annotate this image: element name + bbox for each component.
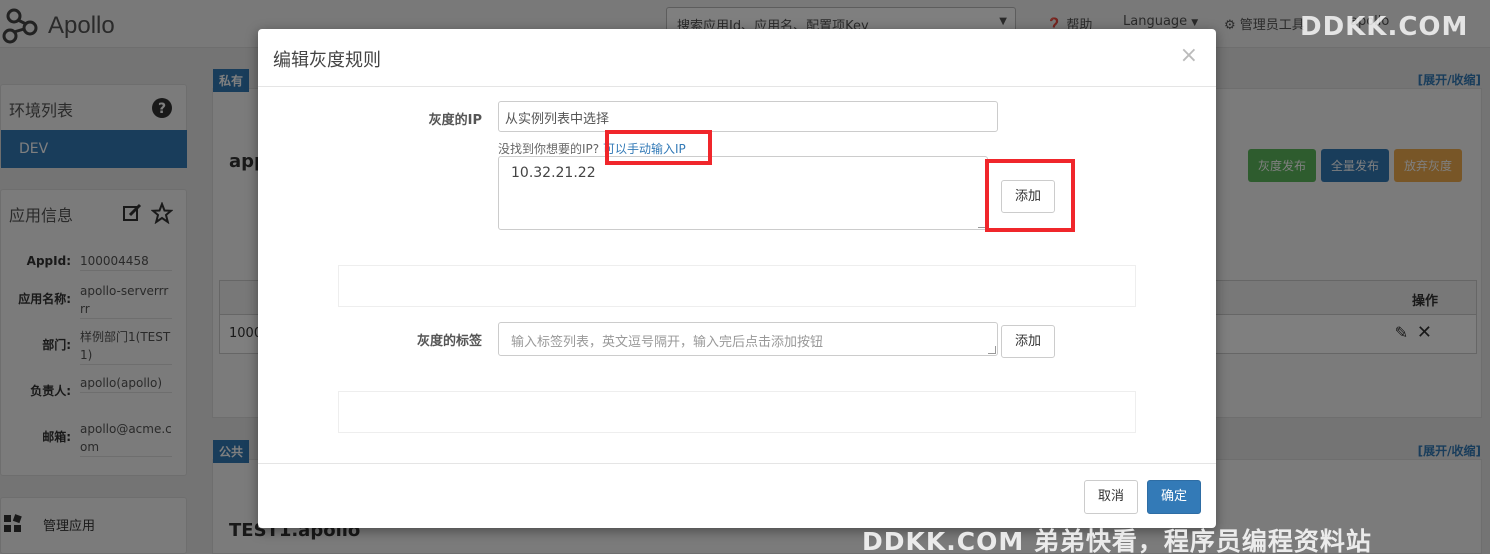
gray-ip-label: 灰度的IP — [428, 113, 482, 128]
gray-tag-label: 灰度的标签 — [416, 334, 482, 349]
ip-hint: 没找到你想要的IP? 可以手动输入IP — [498, 140, 686, 157]
manual-ip-link[interactable]: 可以手动输入IP — [603, 142, 686, 156]
tag-list-area — [338, 391, 1136, 433]
modal-title: 编辑灰度规则 — [273, 50, 381, 71]
modal-footer: 取消 确定 — [258, 463, 1216, 528]
ip-hint-text: 没找到你想要的IP? — [498, 142, 600, 156]
ip-textarea-value: 10.32.21.22 — [511, 165, 596, 181]
ip-list-area — [338, 265, 1136, 307]
confirm-button[interactable]: 确定 — [1147, 480, 1201, 514]
ip-select-input[interactable]: 从实例列表中选择 — [498, 101, 998, 132]
ip-select-placeholder: 从实例列表中选择 — [505, 112, 610, 127]
close-icon[interactable]: × — [1180, 43, 1198, 68]
watermark-top: DDKK.COM — [1300, 12, 1469, 42]
tag-input[interactable]: 输入标签列表，英文逗号隔开，输入完后点击添加按钮 — [498, 322, 998, 356]
add-tag-button[interactable]: 添加 — [1001, 325, 1055, 358]
ip-textarea[interactable]: 10.32.21.22 — [498, 156, 988, 230]
tag-placeholder: 输入标签列表，英文逗号隔开，输入完后点击添加按钮 — [511, 335, 824, 350]
modal-header: 编辑灰度规则 × — [258, 29, 1216, 87]
resize-handle-icon[interactable] — [978, 220, 986, 228]
add-ip-button[interactable]: 添加 — [1001, 180, 1055, 213]
watermark-bottom: DDKK.COM 弟弟快看，程序员编程资料站 — [862, 527, 1372, 554]
cancel-button[interactable]: 取消 — [1084, 480, 1138, 514]
resize-handle-icon[interactable] — [988, 346, 996, 354]
edit-gray-rule-modal: 编辑灰度规则 × 灰度的IP 从实例列表中选择 没找到你想要的IP? 可以手动输… — [258, 29, 1216, 528]
